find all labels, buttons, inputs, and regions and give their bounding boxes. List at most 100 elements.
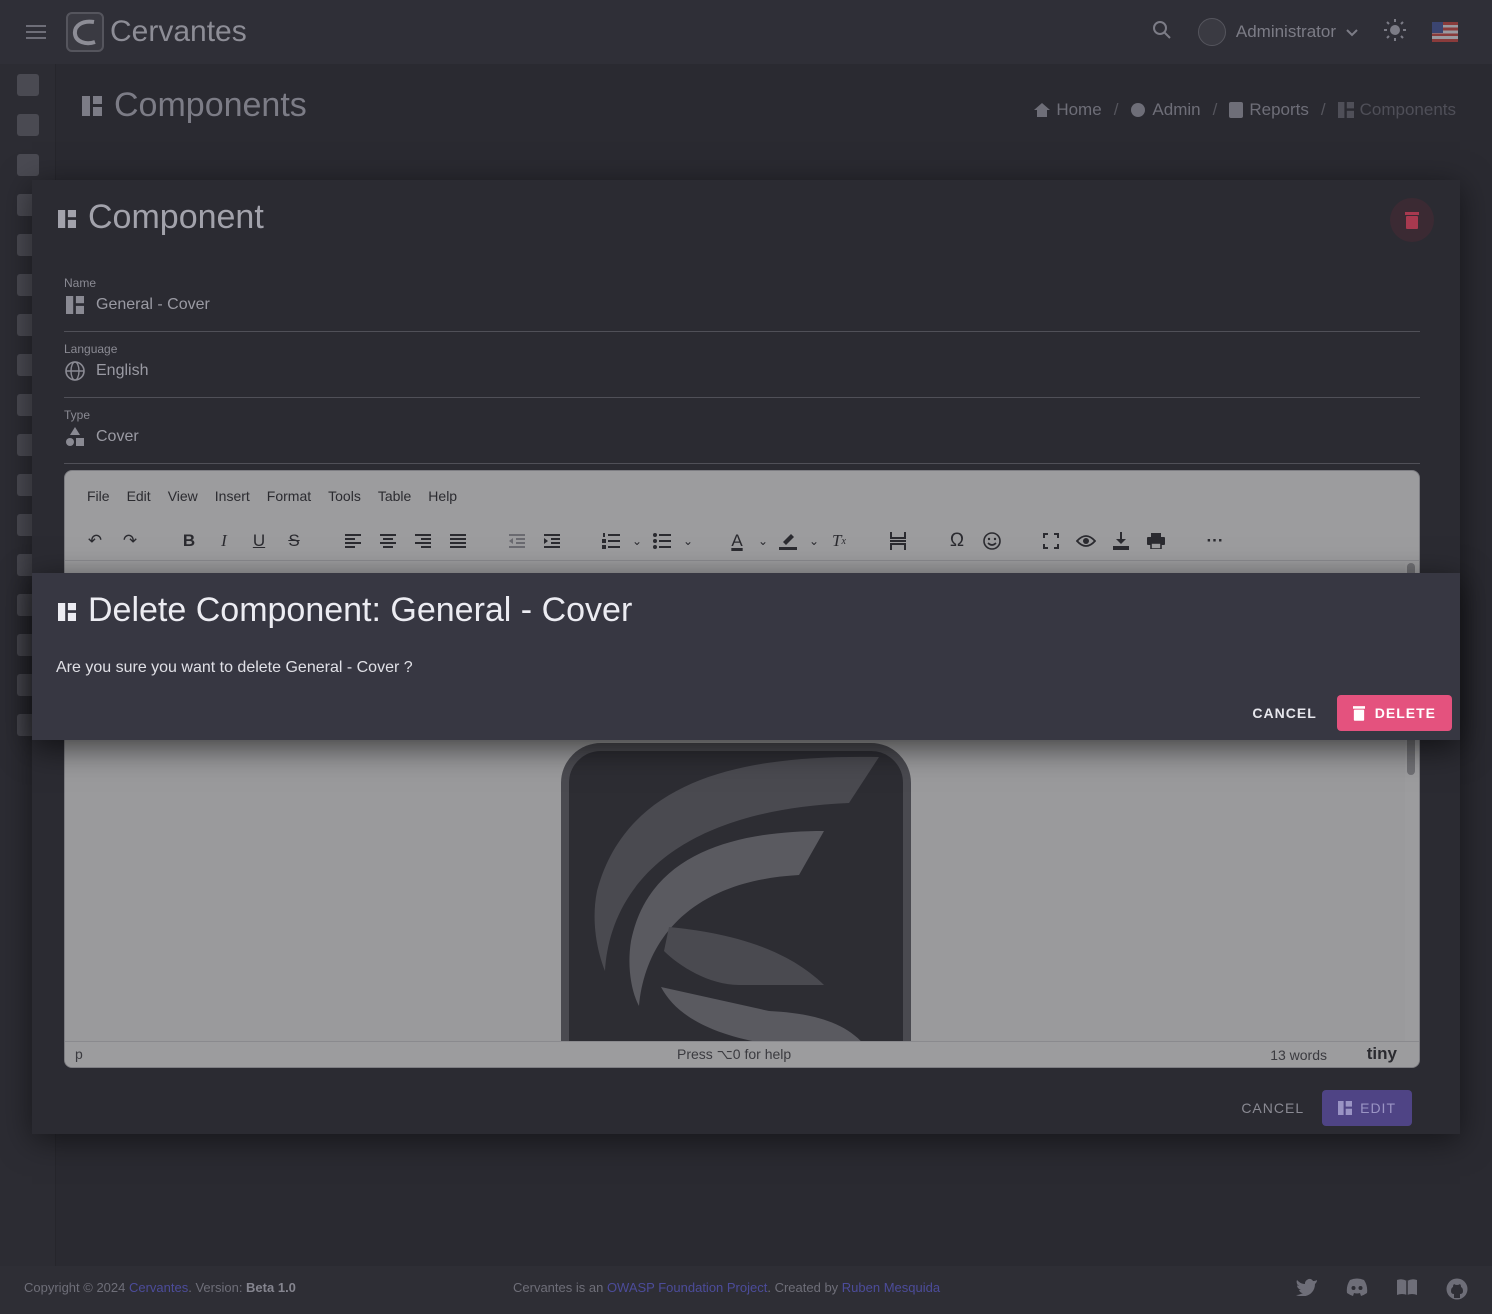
page-title: Components <box>82 86 307 125</box>
components-icon <box>64 294 86 316</box>
undo-icon[interactable]: ↶ <box>83 529 107 553</box>
more-icon[interactable]: ··· <box>1203 529 1227 553</box>
indent-icon[interactable] <box>540 529 564 553</box>
language-field[interactable]: Language English <box>64 342 1420 398</box>
menu-tools[interactable]: Tools <box>328 488 361 504</box>
chevron-down-icon[interactable]: ⌄ <box>802 529 826 553</box>
word-count[interactable]: 13 words <box>1270 1047 1327 1063</box>
docs-book-icon[interactable] <box>1396 1278 1418 1303</box>
align-center-icon[interactable] <box>376 529 400 553</box>
home-icon <box>1034 103 1051 117</box>
emoji-icon[interactable] <box>980 529 1004 553</box>
chevron-down-icon[interactable]: ⌄ <box>625 529 649 553</box>
italic-icon[interactable]: I <box>212 529 236 553</box>
chevron-down-icon[interactable]: ⌄ <box>676 529 700 553</box>
component-modal-actions: CANCEL EDIT <box>1241 1090 1412 1126</box>
globe-icon <box>64 360 86 382</box>
footer: Copyright © 2024 Cervantes. Version: Bet… <box>0 1266 1492 1314</box>
bullet-list-icon[interactable] <box>650 529 674 553</box>
special-character-icon[interactable]: Ω <box>945 529 969 553</box>
highlight-icon[interactable] <box>776 529 800 553</box>
admin-icon <box>1131 103 1146 117</box>
delete-dialog: Delete Component: General - Cover Are yo… <box>32 573 1460 740</box>
edit-button[interactable]: EDIT <box>1322 1090 1412 1126</box>
editor-menubar: File Edit View Insert Format Tools Table… <box>65 471 1419 521</box>
app-name: Cervantes <box>110 15 247 48</box>
breadcrumb-reports[interactable]: Reports <box>1229 100 1309 120</box>
app-bar: Cervantes Administrator <box>0 0 1492 64</box>
menu-view[interactable]: View <box>168 488 198 504</box>
delete-confirm-button[interactable]: DELETE <box>1336 695 1452 731</box>
language-value: English <box>96 362 149 379</box>
menu-help[interactable]: Help <box>428 488 457 504</box>
search-icon[interactable] <box>1152 20 1172 45</box>
name-value: General - Cover <box>96 296 210 313</box>
print-icon[interactable] <box>1144 529 1168 553</box>
theme-toggle-sun-icon[interactable] <box>1384 18 1406 46</box>
element-path[interactable]: p <box>75 1046 83 1062</box>
discord-icon[interactable] <box>1346 1278 1368 1303</box>
delete-cancel-button[interactable]: CANCEL <box>1252 705 1316 721</box>
user-name: Administrator <box>1235 22 1336 41</box>
book-icon[interactable] <box>17 154 39 176</box>
components-icon <box>58 198 76 237</box>
help-hint: Press ⌥0 for help <box>677 1046 792 1062</box>
clear-formatting-icon[interactable]: Tx <box>827 529 851 553</box>
strikethrough-icon[interactable]: S <box>282 529 306 553</box>
editor-statusbar: p Press ⌥0 for help 13 words tiny <box>65 1041 1419 1067</box>
bold-icon[interactable]: B <box>177 529 201 553</box>
export-download-icon[interactable] <box>1109 529 1133 553</box>
cervantes-logo-icon <box>66 12 104 52</box>
twitter-icon[interactable] <box>1296 1278 1318 1303</box>
align-left-icon[interactable] <box>341 529 365 553</box>
components-icon <box>58 591 76 630</box>
calendar-icon[interactable] <box>17 114 39 136</box>
menu-insert[interactable]: Insert <box>215 488 250 504</box>
brand[interactable]: Cervantes <box>66 12 247 52</box>
align-right-icon[interactable] <box>411 529 435 553</box>
menu-table[interactable]: Table <box>378 488 411 504</box>
editor-toolbar: ↶ ↷ B I U S ⌄ ⌄ A ⌄ ⌄ T x Ω ··· <box>65 521 1419 561</box>
footer-copyright: Copyright © 2024 Cervantes. Version: Bet… <box>24 1280 296 1295</box>
page-break-icon[interactable] <box>886 529 910 553</box>
delete-dialog-title: Delete Component: General - Cover <box>58 591 632 630</box>
rich-text-editor[interactable]: File Edit View Insert Format Tools Table… <box>64 470 1420 1068</box>
align-justify-icon[interactable] <box>446 529 470 553</box>
github-icon[interactable] <box>1446 1278 1468 1303</box>
language-flag-icon[interactable] <box>1432 22 1458 42</box>
type-field[interactable]: Type Cover <box>64 408 1420 464</box>
menu-file[interactable]: File <box>87 488 110 504</box>
dashboard-icon[interactable] <box>17 74 39 96</box>
outdent-icon[interactable] <box>505 529 529 553</box>
cancel-button[interactable]: CANCEL <box>1241 1100 1304 1116</box>
author-link[interactable]: Ruben Mesquida <box>842 1280 940 1295</box>
underline-icon[interactable]: U <box>247 529 271 553</box>
name-field[interactable]: Name General - Cover <box>64 276 1420 332</box>
version: Beta 1.0 <box>246 1280 296 1295</box>
menu-format[interactable]: Format <box>267 488 311 504</box>
delete-dialog-actions: CANCEL DELETE <box>1252 695 1452 731</box>
owasp-link[interactable]: OWASP Foundation Project <box>607 1280 767 1295</box>
breadcrumb-components: Components <box>1337 100 1456 120</box>
cover-logo-image <box>561 743 911 1063</box>
numbered-list-icon[interactable] <box>599 529 623 553</box>
delete-component-button[interactable] <box>1390 198 1434 242</box>
text-color-icon[interactable]: A <box>725 529 749 553</box>
shapes-icon <box>64 426 86 448</box>
breadcrumb-admin[interactable]: Admin <box>1130 100 1201 120</box>
menu-icon[interactable] <box>18 14 54 50</box>
redo-icon[interactable]: ↷ <box>118 529 142 553</box>
fullscreen-icon[interactable] <box>1039 529 1063 553</box>
breadcrumb: Home / Admin / Reports / Components <box>1034 100 1456 120</box>
preview-eye-icon[interactable] <box>1074 529 1098 553</box>
user-menu[interactable]: Administrator <box>1197 18 1358 46</box>
delete-dialog-message: Are you sure you want to delete General … <box>56 659 413 676</box>
tiny-logo[interactable]: tiny <box>1367 1044 1397 1064</box>
cervantes-link[interactable]: Cervantes <box>129 1280 188 1295</box>
chevron-down-icon[interactable]: ⌄ <box>751 529 775 553</box>
menu-edit[interactable]: Edit <box>127 488 151 504</box>
chevron-down-icon <box>1346 22 1358 42</box>
trash-icon <box>1352 706 1365 721</box>
components-icon <box>1337 102 1354 118</box>
breadcrumb-home[interactable]: Home <box>1034 100 1102 120</box>
